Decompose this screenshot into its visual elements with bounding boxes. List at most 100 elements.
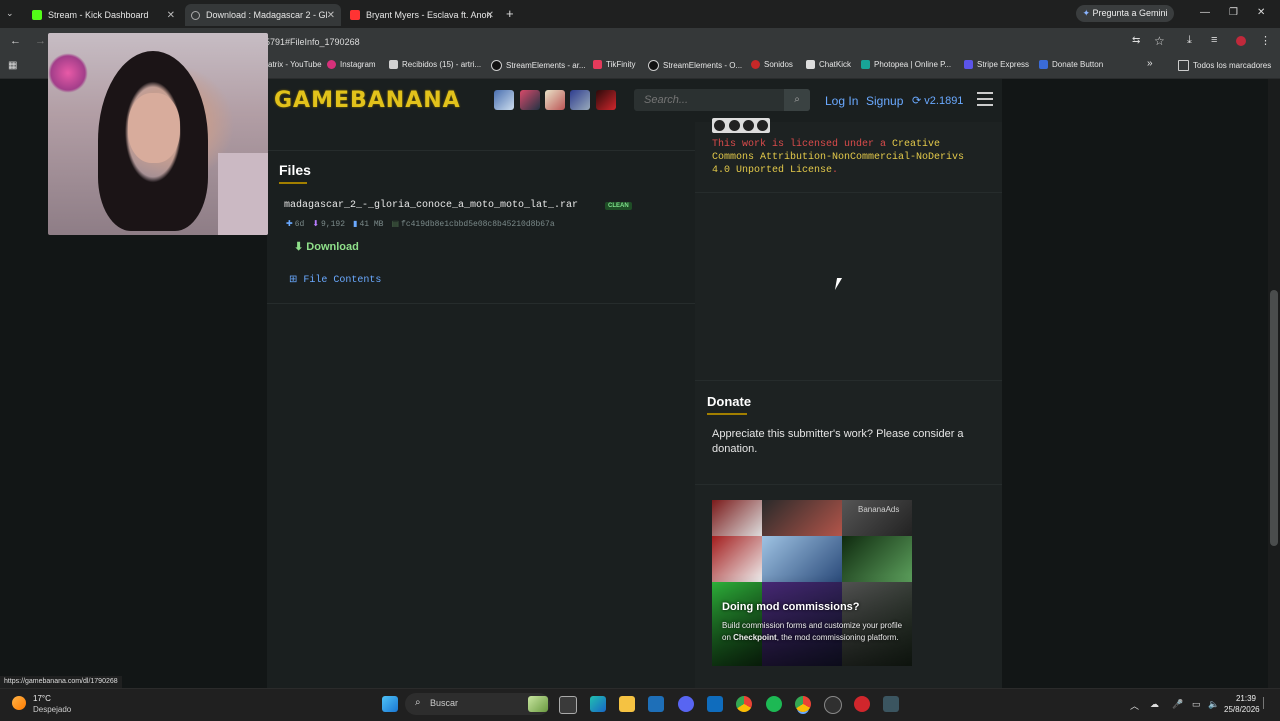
taskbar-search-label: Buscar [430,698,459,708]
weather-temp[interactable]: 17°C [33,694,51,703]
clock-time[interactable]: 21:39 [1228,694,1256,703]
weather-icon[interactable] [12,696,26,710]
hash-icon: ▤ [391,220,400,229]
app-icon[interactable] [854,696,870,712]
tab-gamebanana[interactable]: Download : Madagascar 2 - Gl ✕ [185,4,341,26]
tab-search-icon[interactable]: ⌄ [6,8,14,19]
close-icon[interactable]: ✕ [167,10,175,21]
signup-link[interactable]: Signup [866,94,903,108]
version-link[interactable]: ⟳ v2.1891 [912,94,963,107]
ad-label: BananaAds [858,505,900,514]
task-view-icon[interactable] [559,696,577,714]
cc-icon [714,120,725,131]
forward-icon[interactable]: → [35,35,46,47]
cloud-icon[interactable]: ☁ [1150,699,1159,710]
bookmark-donate[interactable]: Donate Button [1039,60,1103,69]
game-icon[interactable] [545,90,565,110]
clock-date[interactable]: 25/8/2026 [1224,705,1260,714]
back-icon[interactable]: ← [10,35,21,47]
bookmark-stripe[interactable]: Stripe Express [964,60,1029,69]
close-icon[interactable]: ✕ [327,10,335,21]
menu-icon[interactable]: ⋮ [1260,34,1271,47]
file-hash: ▤ fc419db8e1cbbd5e08c8b45210d8b67a [391,220,555,229]
bookmark-chatkick[interactable]: ChatKick [806,60,851,69]
site-menu-button[interactable] [977,92,993,106]
divider [695,484,1002,485]
spotify-icon[interactable] [766,696,782,712]
chrome-icon[interactable] [736,696,752,712]
bookmark-recibidos[interactable]: Recibidos (15) - artri... [389,60,481,69]
chevron-up-icon[interactable]: ︿ [1130,699,1139,712]
app-icon[interactable] [883,696,899,712]
cc-license-badge[interactable] [712,118,770,133]
store-icon[interactable] [648,696,664,712]
tab-youtube[interactable]: Bryant Myers - Esclava ft. Anon ✕ [344,4,500,26]
game-icon[interactable] [596,90,616,110]
new-tab-button[interactable]: + [506,6,514,21]
bookmark-label: StreamElements - ar... [506,61,586,70]
translate-icon[interactable]: ⇆ [1132,35,1140,46]
bookmark-label: atrix - YouTube [268,60,322,69]
divider [695,192,1002,193]
volume-icon[interactable]: 🔈 [1208,699,1219,710]
obs-icon[interactable] [824,696,842,714]
apps-grid-icon[interactable]: ▦ [8,60,17,71]
bookmark-youtube[interactable]: atrix - YouTube [268,60,322,69]
bookmark-photopea[interactable]: Photopea | Online P... [861,60,951,69]
bookmark-streamelements[interactable]: StreamElements - ar... [491,60,586,71]
streamelements-icon [648,60,659,71]
bookmark-streamelements-2[interactable]: StreamElements - O... [648,60,742,71]
gemini-button[interactable]: ✦ Pregunta a Gemini [1076,5,1174,22]
address-bar[interactable]: 5791#FileInfo_1790268 [265,33,1125,51]
search-input[interactable] [634,89,794,111]
chatkick-icon [806,60,815,69]
game-icon[interactable] [570,90,590,110]
download-icon[interactable]: ⤓ [1187,34,1192,47]
mouse-cursor [834,278,848,290]
mic-icon[interactable]: 🎤 [1172,699,1183,710]
bookmarks-overflow-button[interactable]: » [1147,58,1153,69]
profile-avatar[interactable] [1236,36,1246,46]
monitor-icon[interactable]: ▭ [1192,699,1201,710]
bookmark-instagram[interactable]: Instagram [327,60,376,69]
minimize-button[interactable]: — [1200,7,1210,18]
windows-start-icon[interactable] [382,696,398,712]
media-icon[interactable]: ≡ [1211,34,1217,46]
file-size-icon: ▮ [353,220,358,229]
game-icon[interactable] [520,90,540,110]
copilot-icon[interactable] [590,696,606,712]
file-contents-toggle[interactable]: ⊞ File Contents [289,274,381,286]
download-count-icon: ⬇ [312,220,320,229]
close-icon[interactable]: ✕ [486,10,494,21]
download-button[interactable]: ⬇ Download [294,240,359,253]
tab-kick[interactable]: Stream - Kick Dashboard ✕ [26,4,181,26]
heading-underline [279,182,307,184]
gamebanana-logo[interactable]: GAMEBANANA [274,88,461,113]
file-explorer-icon[interactable] [619,696,635,712]
tab-title: Bryant Myers - Esclava ft. Anon [366,10,492,20]
sound-icon [751,60,760,69]
bookmark-label: Sonidos [764,60,793,69]
maximize-button[interactable]: ❐ [1229,7,1238,18]
all-bookmarks-button[interactable]: Todos los marcadores [1178,60,1271,71]
bookmark-label: StreamElements - O... [663,61,743,70]
gemini-label: Pregunta a Gemini [1092,8,1168,18]
scrollbar-thumb[interactable] [1270,290,1278,546]
donate-text: Appreciate this submitter's work? Please… [712,428,964,455]
bookmark-star-icon[interactable]: ☆ [1154,34,1165,48]
donate-heading: Donate [707,394,752,409]
download-label: Download [306,241,359,253]
discord-icon[interactable] [678,696,694,712]
login-link[interactable]: Log In [825,94,858,108]
search-button[interactable]: ⌕ [784,89,810,111]
game-icon[interactable] [494,90,514,110]
bookmark-tikfinity[interactable]: TikFinity [593,60,635,69]
bookmark-label: Instagram [340,60,376,69]
weather-desc[interactable]: Despejado [33,705,71,714]
clean-badge: CLEAN [605,202,632,210]
window-close-button[interactable]: ✕ [1257,7,1265,18]
outlook-icon[interactable] [707,696,723,712]
chrome-active-icon[interactable] [795,696,811,712]
bookmark-sonidos[interactable]: Sonidos [751,60,793,69]
show-desktop-button[interactable] [1263,697,1272,709]
